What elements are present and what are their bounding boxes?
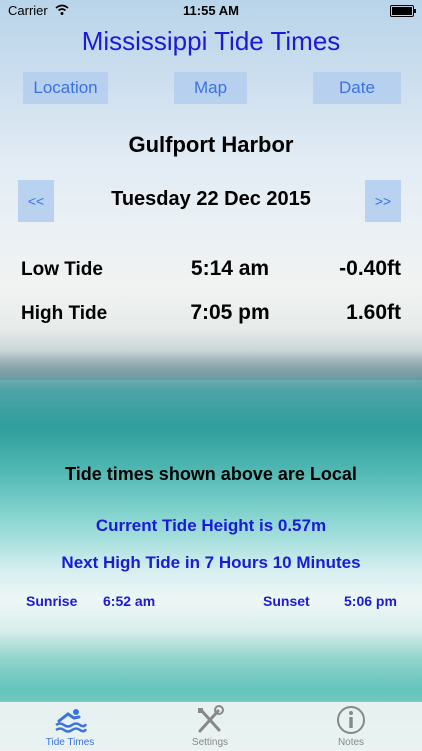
tab-bar: Tide Times Settings Notes [0, 701, 422, 751]
location-button[interactable]: Location [23, 72, 108, 104]
tide-time: 5:14 am [190, 257, 270, 280]
tools-icon [198, 705, 224, 733]
status-bar: Carrier 11:55 AM [0, 0, 422, 22]
location-name: Gulfport Harbor [128, 132, 294, 157]
app-title: Mississippi Tide Times [81, 26, 341, 56]
previous-day-button[interactable]: << [18, 180, 54, 222]
sunrise-time: 6:52 am [103, 593, 156, 609]
local-time-note: Tide times shown above are Local [65, 464, 357, 484]
tide-time: 7:05 pm [190, 301, 270, 324]
tide-height: 1.60ft [346, 301, 401, 324]
battery-icon [390, 5, 416, 17]
sunset-time: 5:06 pm [344, 593, 397, 609]
info-icon [337, 706, 365, 734]
tab-label: Settings [191, 737, 229, 748]
tab-label: Tide Times [45, 737, 95, 748]
date-label: Tuesday 22 Dec 2015 [111, 188, 311, 210]
tide-row-high: High Tide 7:05 pm 1.60ft [0, 301, 422, 329]
tide-row-low: Low Tide 5:14 am -0.40ft [0, 257, 422, 285]
sunrise-label: Sunrise [26, 593, 78, 609]
swimmer-icon [55, 709, 87, 733]
current-tide-height: Current Tide Height is 0.57m [95, 516, 327, 535]
tide-height: -0.40ft [339, 257, 401, 280]
tide-type: High Tide [21, 303, 108, 324]
tab-settings[interactable]: Settings [160, 702, 260, 751]
sunset-label: Sunset [263, 593, 310, 609]
date-button[interactable]: Date [313, 72, 401, 104]
tab-label: Notes [337, 737, 365, 748]
tide-type: Low Tide [21, 259, 103, 280]
tab-tide-times[interactable]: Tide Times [20, 702, 120, 751]
horizon-hills [0, 350, 422, 380]
map-button[interactable]: Map [174, 72, 247, 104]
tab-notes[interactable]: Notes [301, 702, 401, 751]
status-time: 11:55 AM [183, 3, 239, 18]
next-high-tide: Next High Tide in 7 Hours 10 Minutes [61, 553, 361, 572]
next-day-button[interactable]: >> [365, 180, 401, 222]
